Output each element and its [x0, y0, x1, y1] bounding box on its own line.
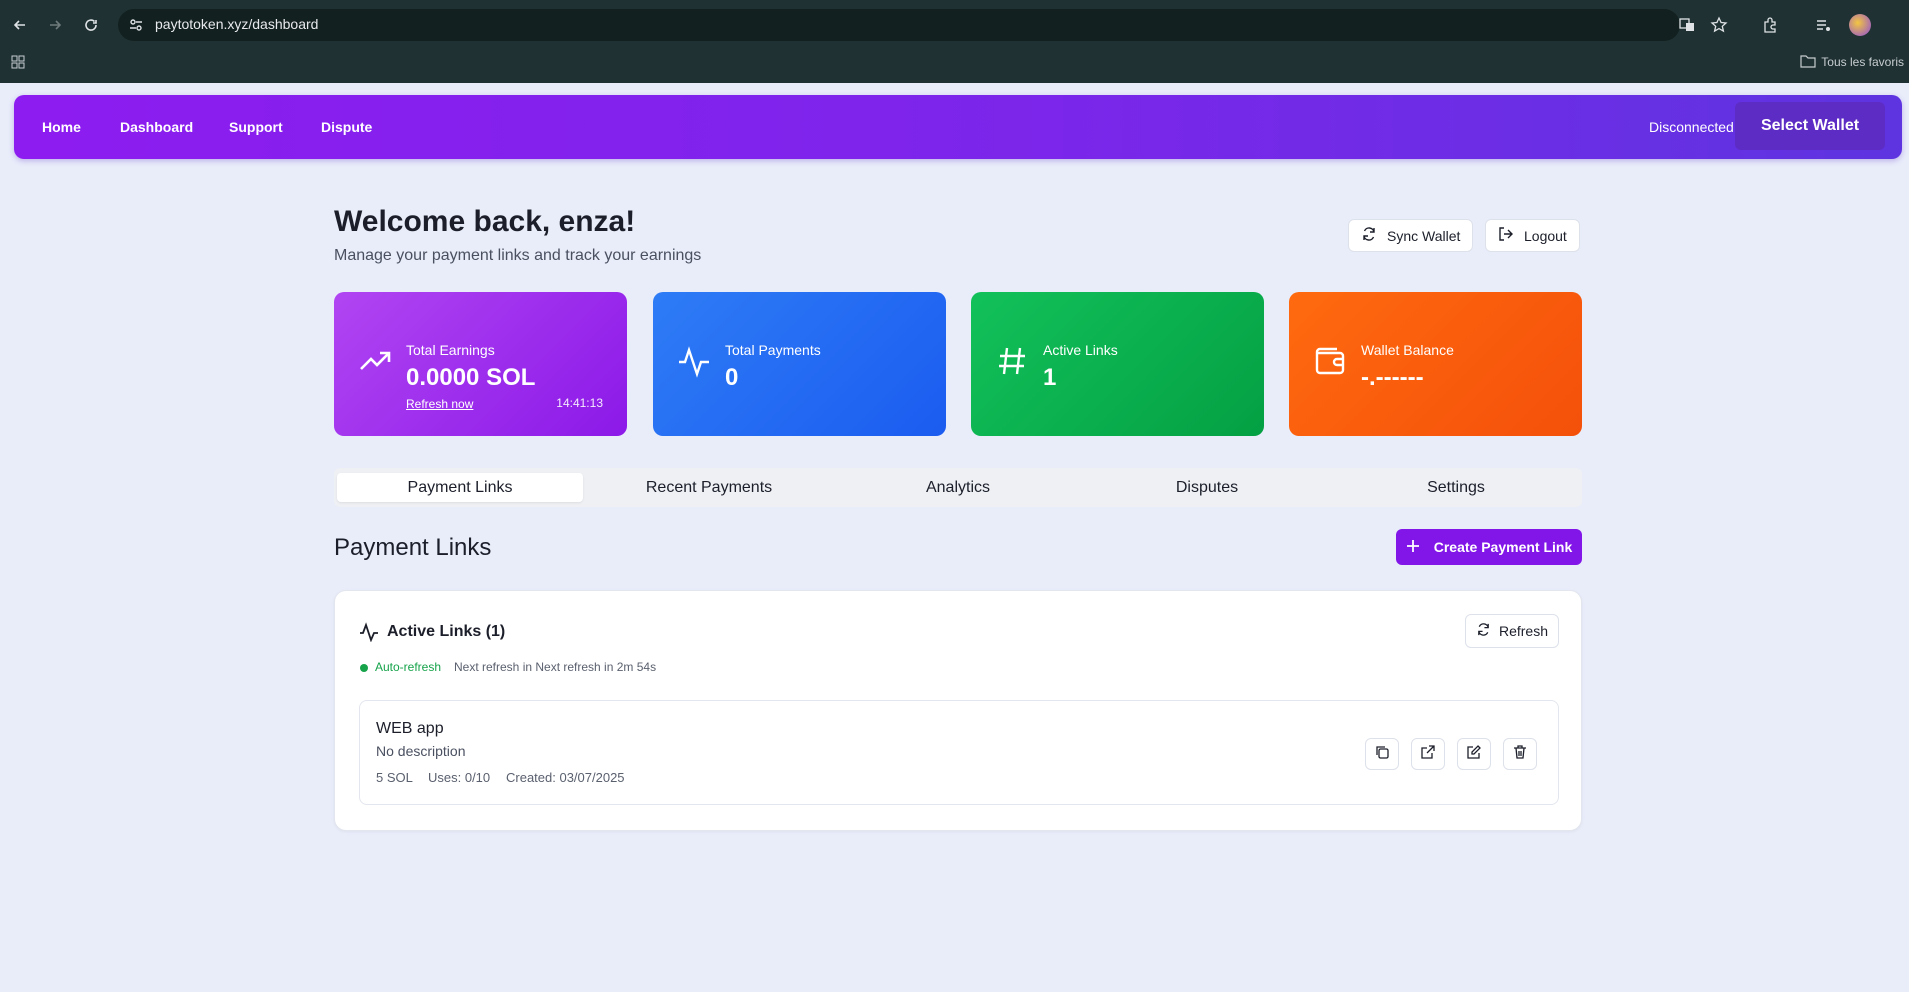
folder-icon — [1800, 54, 1816, 73]
next-refresh-label: Next refresh in Next refresh in 2m 54s — [454, 660, 657, 674]
select-wallet-button[interactable]: Select Wallet — [1735, 102, 1885, 150]
logout-button[interactable]: Logout — [1485, 219, 1580, 252]
nav-dispute[interactable]: Dispute — [321, 119, 372, 135]
nav-dashboard[interactable]: Dashboard — [120, 119, 193, 135]
forward-icon[interactable] — [43, 13, 67, 37]
stat-value: 0.0000 SOL — [406, 364, 536, 391]
refresh-button[interactable]: Refresh — [1465, 614, 1559, 648]
panel-title: Active Links (1) — [387, 623, 506, 640]
stat-label: Total Earnings — [406, 342, 495, 358]
tab-analytics[interactable]: Analytics — [835, 473, 1081, 502]
stat-label: Total Payments — [725, 342, 821, 358]
reload-icon[interactable] — [79, 13, 103, 37]
open-link-button[interactable] — [1411, 738, 1445, 770]
url-text[interactable]: paytotoken.xyz/dashboard — [155, 16, 318, 32]
refresh-now-link[interactable]: Refresh now — [406, 397, 473, 411]
link-name: WEB app — [376, 720, 444, 737]
bookmark-star-icon[interactable] — [1707, 13, 1731, 37]
back-icon[interactable] — [8, 13, 32, 37]
active-links-panel: Active Links (1) Refresh Auto-refresh Ne… — [334, 590, 1582, 831]
stat-card-active-links: Active Links 1 — [971, 292, 1264, 436]
tab-settings[interactable]: Settings — [1333, 473, 1579, 502]
tab-disputes[interactable]: Disputes — [1084, 473, 1330, 502]
refresh-icon — [1476, 622, 1491, 640]
site-info-icon[interactable] — [124, 13, 148, 37]
copy-button[interactable] — [1365, 738, 1399, 770]
bookmarks-bar — [0, 50, 1909, 83]
translate-icon[interactable] — [1675, 13, 1699, 37]
stat-label: Active Links — [1043, 342, 1118, 358]
stat-value: 0 — [725, 364, 739, 391]
sync-icon — [1361, 226, 1377, 245]
hash-icon — [995, 344, 1029, 378]
wallet-icon — [1313, 344, 1347, 378]
sync-wallet-button[interactable]: Sync Wallet — [1348, 219, 1474, 252]
delete-button[interactable] — [1503, 738, 1537, 770]
link-price: 5 SOL — [376, 770, 413, 785]
stat-value: 1 — [1043, 364, 1057, 391]
tab-recent-payments[interactable]: Recent Payments — [586, 473, 832, 502]
activity-icon — [359, 622, 379, 643]
link-created: Created: 03/07/2025 — [506, 770, 625, 785]
plus-icon — [1406, 539, 1420, 556]
auto-refresh-label: Auto-refresh — [375, 660, 442, 674]
create-payment-link-button[interactable]: Create Payment Link — [1396, 529, 1582, 565]
last-updated-time: 14:41:13 — [556, 396, 603, 410]
edit-button[interactable] — [1457, 738, 1491, 770]
stat-value: -.------ — [1361, 364, 1424, 391]
link-description: No description — [376, 743, 466, 759]
stat-card-wallet-balance: Wallet Balance -.------ — [1289, 292, 1582, 436]
section-title: Payment Links — [334, 534, 492, 561]
auto-refresh-indicator — [360, 664, 368, 672]
logout-icon — [1498, 226, 1514, 245]
page-subtitle: Manage your payment links and track your… — [334, 247, 702, 264]
nav-support[interactable]: Support — [229, 119, 283, 135]
activity-icon — [677, 344, 711, 378]
apps-grid-icon[interactable] — [10, 54, 26, 75]
address-bar[interactable] — [118, 9, 1680, 41]
profile-avatar[interactable] — [1848, 13, 1872, 37]
tab-payment-links[interactable]: Payment Links — [337, 473, 583, 502]
sync-wallet-label: Sync Wallet — [1387, 227, 1461, 244]
list-item: WEB app No description 5 SOL Uses: 0/10 … — [359, 700, 1559, 805]
create-payment-link-label: Create Payment Link — [1433, 539, 1573, 555]
edit-icon — [1467, 744, 1481, 764]
refresh-label: Refresh — [1498, 623, 1549, 639]
stat-card-total-payments: Total Payments 0 — [653, 292, 946, 436]
copy-icon — [1375, 745, 1389, 764]
tab-bar: Payment Links Recent Payments Analytics … — [334, 468, 1582, 507]
wallet-status: Disconnected — [1649, 119, 1734, 135]
external-link-icon — [1421, 744, 1435, 764]
nav-home[interactable]: Home — [42, 119, 81, 135]
app-navbar: Home Dashboard Support Dispute Disconnec… — [14, 95, 1902, 159]
stat-card-total-earnings: Total Earnings 0.0000 SOL Refresh now 14… — [334, 292, 627, 436]
all-bookmarks-label[interactable]: Tous les favoris — [1821, 55, 1904, 69]
link-uses: Uses: 0/10 — [428, 770, 491, 785]
trash-icon — [1513, 744, 1527, 764]
logout-label: Logout — [1524, 227, 1567, 244]
trending-up-icon — [358, 344, 392, 378]
stat-label: Wallet Balance — [1361, 342, 1454, 358]
page-title: Welcome back, enza! — [334, 205, 636, 238]
media-control-icon[interactable] — [1811, 13, 1835, 37]
extensions-icon[interactable] — [1758, 13, 1782, 37]
